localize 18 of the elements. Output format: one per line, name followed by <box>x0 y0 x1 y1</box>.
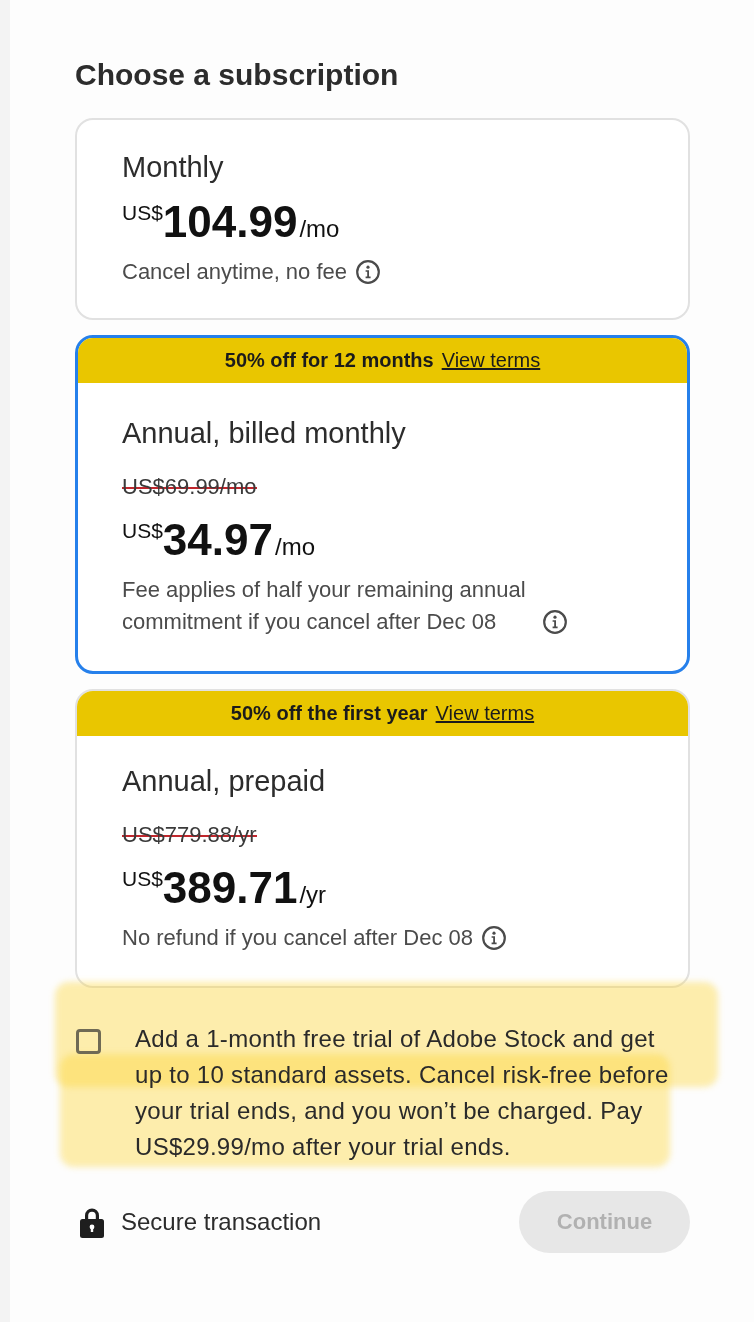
info-icon[interactable] <box>543 610 567 634</box>
checkbox[interactable] <box>76 1029 101 1054</box>
page-heading: Choose a subscription <box>75 57 400 93</box>
lock-icon <box>80 1206 104 1238</box>
promo-text: 50% off the first year <box>230 702 428 725</box>
promo-text: 50% off for 12 months <box>224 349 434 372</box>
view-terms-link[interactable]: View terms <box>441 349 541 372</box>
secure-transaction-label: Secure transaction <box>121 1208 322 1236</box>
plan-name: Annual, billed monthly <box>122 416 407 450</box>
plan-note: No refund if you cancel after Dec 08 <box>122 924 473 952</box>
plan-name: Monthly <box>122 150 225 184</box>
view-terms-link[interactable]: View terms <box>435 702 535 725</box>
addon-description: Add a 1-month free trial of Adobe Stock and get up to 10 standard assets. Cancel risk-free before your trial ends, and you won’t be charged. Pay US$29.99/mo after your trial ends. <box>135 1024 670 1162</box>
info-icon[interactable] <box>356 260 381 284</box>
plan-note: Fee applies of half your remaining annual commitment if you cancel after Dec 08 <box>122 576 527 636</box>
plan-note: Cancel anytime, no fee <box>122 258 348 286</box>
plan-name: Annual, prepaid <box>122 764 327 798</box>
info-icon[interactable] <box>481 926 506 950</box>
